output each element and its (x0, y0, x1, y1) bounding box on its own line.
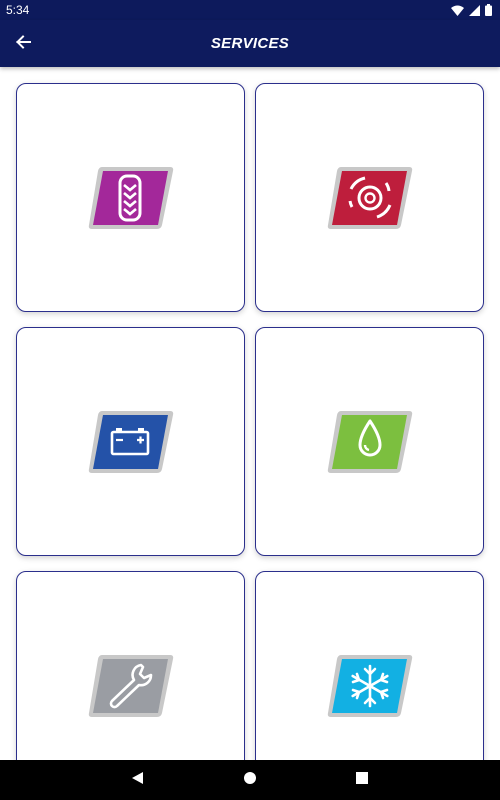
service-tile-tires[interactable] (16, 83, 245, 312)
service-tile-battery[interactable] (16, 327, 245, 556)
tire-tread-icon (88, 166, 173, 229)
signal-icon (469, 4, 480, 16)
service-tile-air-conditioning[interactable] (255, 571, 484, 760)
nav-recents-button[interactable] (350, 768, 374, 792)
oil-drop-icon (327, 410, 412, 473)
battery-icon (88, 410, 173, 473)
page-title: SERVICES (210, 35, 290, 52)
status-bar: 5:34 (0, 0, 500, 20)
status-time: 5:34 (6, 3, 30, 17)
brake-disc-icon (327, 166, 412, 229)
system-nav-bar (0, 760, 500, 800)
services-grid (0, 67, 500, 760)
status-icons (451, 4, 492, 16)
triangle-back-icon (131, 771, 145, 790)
service-tile-maintenance[interactable] (16, 571, 245, 760)
wifi-icon (451, 5, 464, 16)
service-tile-oil[interactable] (255, 327, 484, 556)
wrench-icon (88, 654, 173, 717)
back-button[interactable] (10, 31, 36, 57)
nav-back-button[interactable] (126, 768, 150, 792)
circle-home-icon (243, 771, 257, 790)
arrow-left-icon (15, 34, 31, 55)
square-recents-icon (356, 771, 368, 789)
snowflake-icon (327, 654, 412, 717)
battery-status-icon (485, 4, 492, 16)
nav-home-button[interactable] (238, 768, 262, 792)
app-bar: SERVICES (0, 20, 500, 67)
service-tile-brakes[interactable] (255, 83, 484, 312)
